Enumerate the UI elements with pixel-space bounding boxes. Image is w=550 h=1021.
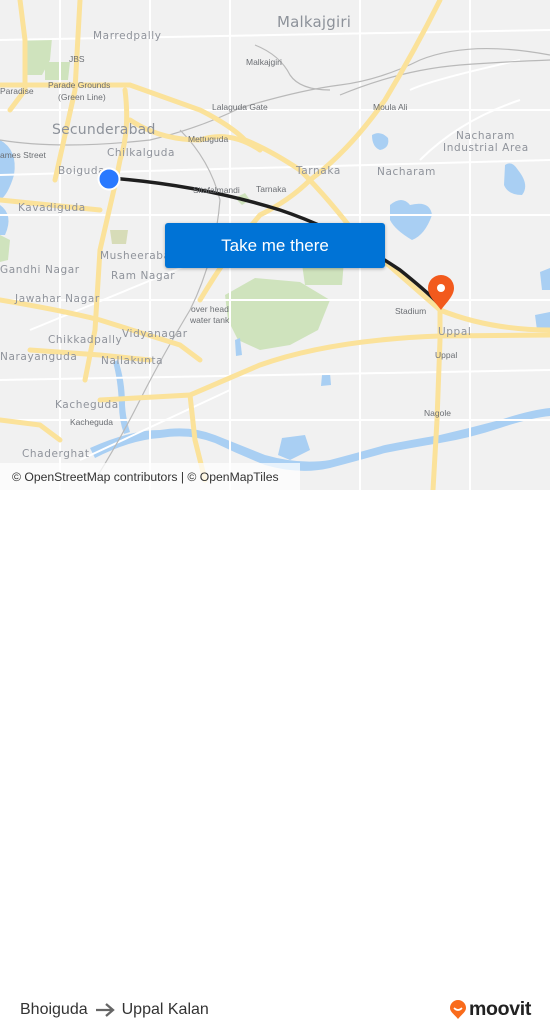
park [45, 62, 70, 80]
map-label: ames Street [0, 150, 46, 160]
footer: Bhoiguda Uppal Kalan moovit [0, 490, 550, 1020]
map-label: Stadium [395, 306, 427, 316]
map-label: Parade Grounds [48, 80, 111, 90]
map-label: Nacharam [456, 130, 515, 142]
lake [372, 133, 389, 150]
destination-pin-icon[interactable] [426, 275, 456, 311]
moovit-pin-icon [450, 999, 466, 1019]
map-label: Malkajgiri [246, 57, 282, 67]
lake [540, 268, 550, 290]
lake [390, 200, 432, 240]
map-label: Vidyanagar [122, 328, 188, 340]
map-label: Ram Nagar [111, 270, 176, 282]
map-label: (Green Line) [58, 92, 106, 102]
map-label: Nacharam [377, 166, 436, 178]
map-label: Secunderabad [52, 122, 156, 138]
route-summary: Bhoiguda Uppal Kalan [20, 1001, 209, 1019]
map-label: Tarnaka [256, 184, 287, 194]
park [225, 278, 330, 350]
destination-name: Uppal Kalan [121, 1001, 209, 1018]
map-label: Narayanguda [0, 351, 78, 363]
map-label: Marredpally [93, 30, 162, 42]
map-label: Paradise [0, 86, 34, 96]
lake [504, 163, 526, 195]
map-label: JBS [69, 54, 85, 64]
map-label: Sitafalmandi [193, 185, 240, 195]
map-label: Industrial Area [443, 142, 529, 154]
arrow-right-icon [95, 1003, 115, 1017]
map-label: Uppal [435, 350, 458, 360]
map-label: water tank [190, 315, 230, 325]
map-label: Chilkalguda [107, 147, 176, 159]
map-attribution[interactable]: © OpenStreetMap contributors | © OpenMap… [0, 463, 300, 490]
map-label: Malkajgiri [277, 13, 352, 31]
park [0, 235, 10, 262]
take-me-there-button[interactable]: Take me there [165, 223, 385, 268]
river [90, 408, 550, 471]
lake [0, 140, 15, 200]
origin-name: Bhoiguda [20, 1001, 88, 1018]
map-label: Moula Ali [373, 102, 408, 112]
origin-marker[interactable] [97, 167, 121, 191]
brand-name: moovit [469, 998, 532, 1020]
map-label: over head [191, 304, 229, 314]
map-label: Nallakunta [101, 355, 164, 367]
map-label: Lalaguda Gate [212, 102, 268, 112]
map-label: Kacheguda [55, 399, 119, 411]
map-label: Gandhi Nagar [0, 264, 80, 276]
map-label: Uppal [438, 326, 472, 338]
map-label: Mettuguda [188, 134, 229, 144]
map-label: Jawahar Nagar [15, 293, 100, 305]
map-label: Tarnaka [296, 165, 341, 177]
map-label: Nagole [424, 408, 451, 418]
map-label: Chaderghat [22, 448, 90, 460]
map-label: Kavadiguda [18, 202, 86, 214]
park [110, 230, 128, 244]
lake [278, 435, 310, 460]
lake [0, 205, 9, 235]
map-label: Chikkadpally [48, 334, 123, 346]
map-label: Kacheguda [70, 417, 114, 427]
map[interactable]: Marredpally Malkajgiri JBS Paradise Para… [0, 0, 550, 490]
moovit-logo[interactable]: moovit [449, 998, 531, 1021]
